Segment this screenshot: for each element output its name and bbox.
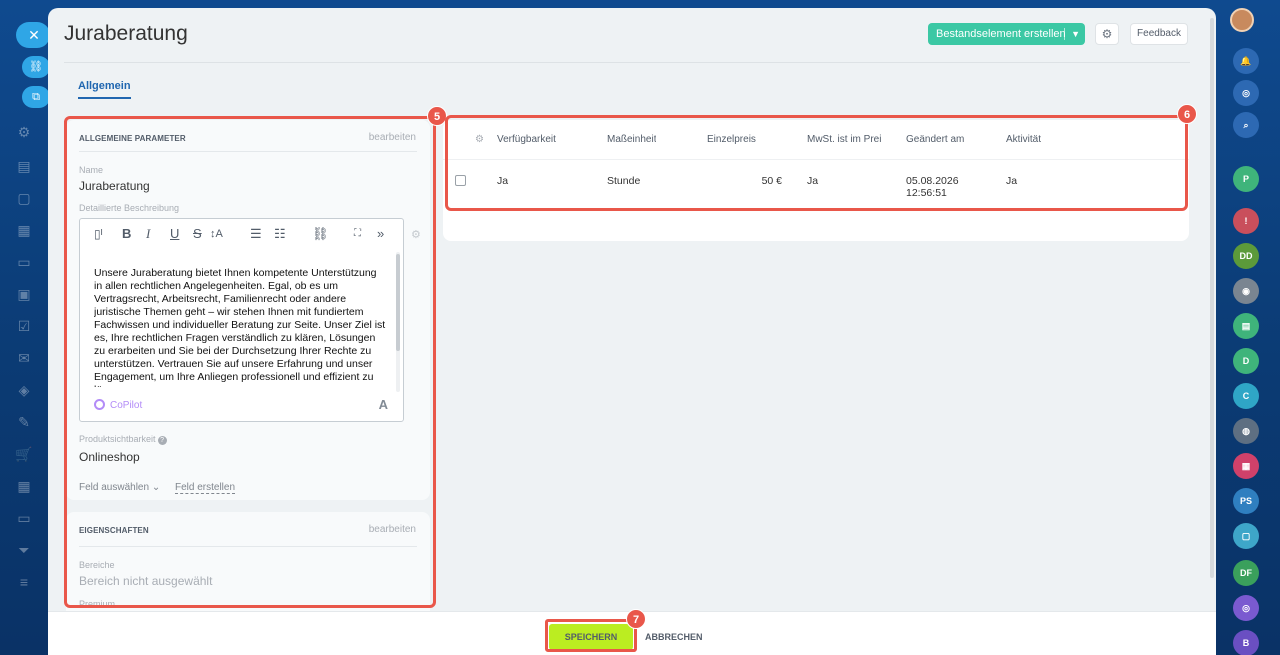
chat-avatar-card[interactable]: ▤ (1233, 313, 1259, 339)
chat-avatar-c[interactable]: C (1233, 383, 1259, 409)
chat-avatar-dd[interactable]: DD (1233, 243, 1259, 269)
create-button-label: Bestandselement erstellen (936, 28, 1066, 40)
sign-rail-icon[interactable]: ✎ (14, 412, 34, 432)
create-button-separator (1064, 28, 1065, 40)
cart-rail-icon[interactable]: 🛒 (14, 444, 34, 464)
tasks-rail-icon[interactable]: ☑ (14, 316, 34, 336)
annotation-badge-6: 6 (1177, 104, 1197, 124)
chat-avatar-group[interactable]: ◍ (1233, 418, 1259, 444)
card-rail-icon[interactable]: ▭ (14, 508, 34, 528)
cancel-button[interactable]: ABBRECHEN (645, 624, 703, 650)
copy-link-button[interactable]: ⛓ (22, 56, 50, 78)
notifications-icon[interactable]: 🔔 (1233, 48, 1259, 74)
annotation-badge-7: 7 (626, 609, 646, 629)
user-avatar[interactable] (1230, 8, 1254, 32)
gear-icon[interactable]: ⚙ (1095, 23, 1119, 45)
chat-avatar-d[interactable]: D (1233, 348, 1259, 374)
chat-avatar-copilot[interactable]: ◎ (1233, 595, 1259, 621)
chat-avatar-ps[interactable]: PS (1233, 488, 1259, 514)
chat-avatar-photo[interactable]: ◉ (1233, 278, 1259, 304)
annotation-badge-5: 5 (427, 106, 447, 126)
chat-avatar-p[interactable]: P (1233, 166, 1259, 192)
mail-rail-icon[interactable]: ✉ (14, 348, 34, 368)
settings-rail-icon[interactable]: ⚙ (14, 122, 34, 142)
drive-rail-icon[interactable]: ▭ (14, 252, 34, 272)
search-rail-icon[interactable]: ⌕ (1233, 112, 1259, 138)
board-rail-icon[interactable]: ▣ (14, 284, 34, 304)
open-new-window-button[interactable]: ⧉ (22, 86, 50, 108)
chat-avatar-alert[interactable]: ! (1233, 208, 1259, 234)
left-navigation-rail: ✕ ⛓ ⧉ ⚙ ▤ ▢ ▦ ▭ ▣ ☑ ✉ ◈ ✎ 🛒 ▦ ▭ ⏷ ≡ (0, 0, 50, 655)
highlight-frame-save (545, 619, 637, 652)
highlight-frame-table (445, 115, 1188, 211)
tab-allgemein[interactable]: Allgemein (78, 80, 131, 99)
chat-avatar-bubble[interactable]: ▢ (1233, 523, 1259, 549)
panel-header: Juraberatung Bestandselement erstellen ▼… (48, 8, 1216, 64)
automation-rail-icon[interactable]: ◈ (14, 380, 34, 400)
database-rail-icon[interactable]: ≡ (14, 572, 34, 592)
create-stock-element-button[interactable]: Bestandselement erstellen ▼ (928, 23, 1085, 45)
chat-avatar-bot[interactable]: B (1233, 630, 1259, 655)
filter-rail-icon[interactable]: ⏷ (14, 540, 34, 560)
chevron-down-icon[interactable]: ▼ (1071, 23, 1080, 45)
chat-rail-icon[interactable]: ▢ (14, 188, 34, 208)
calendar-rail-icon[interactable]: ▦ (14, 220, 34, 240)
document-rail-icon[interactable]: ▤ (14, 156, 34, 176)
panel-scrollbar[interactable] (1210, 18, 1214, 578)
right-rail: 🔔 ◎ ⌕ P ! DD ◉ ▤ D C ◍ ▦ PS ▢ DF ◎ B (1216, 0, 1280, 655)
feedback-button[interactable]: Feedback (1130, 23, 1188, 45)
highlight-frame-left (64, 116, 436, 608)
page-title: Juraberatung (64, 22, 188, 45)
product-slider-panel: Juraberatung Bestandselement erstellen ▼… (48, 8, 1216, 655)
header-divider (64, 62, 1190, 63)
grid-rail-icon[interactable]: ▦ (14, 476, 34, 496)
close-slider-button[interactable]: ✕ (16, 22, 50, 48)
chat-avatar-calendar[interactable]: ▦ (1233, 453, 1259, 479)
chat-avatar-df[interactable]: DF (1233, 560, 1259, 586)
copilot-rail-icon[interactable]: ◎ (1233, 80, 1259, 106)
